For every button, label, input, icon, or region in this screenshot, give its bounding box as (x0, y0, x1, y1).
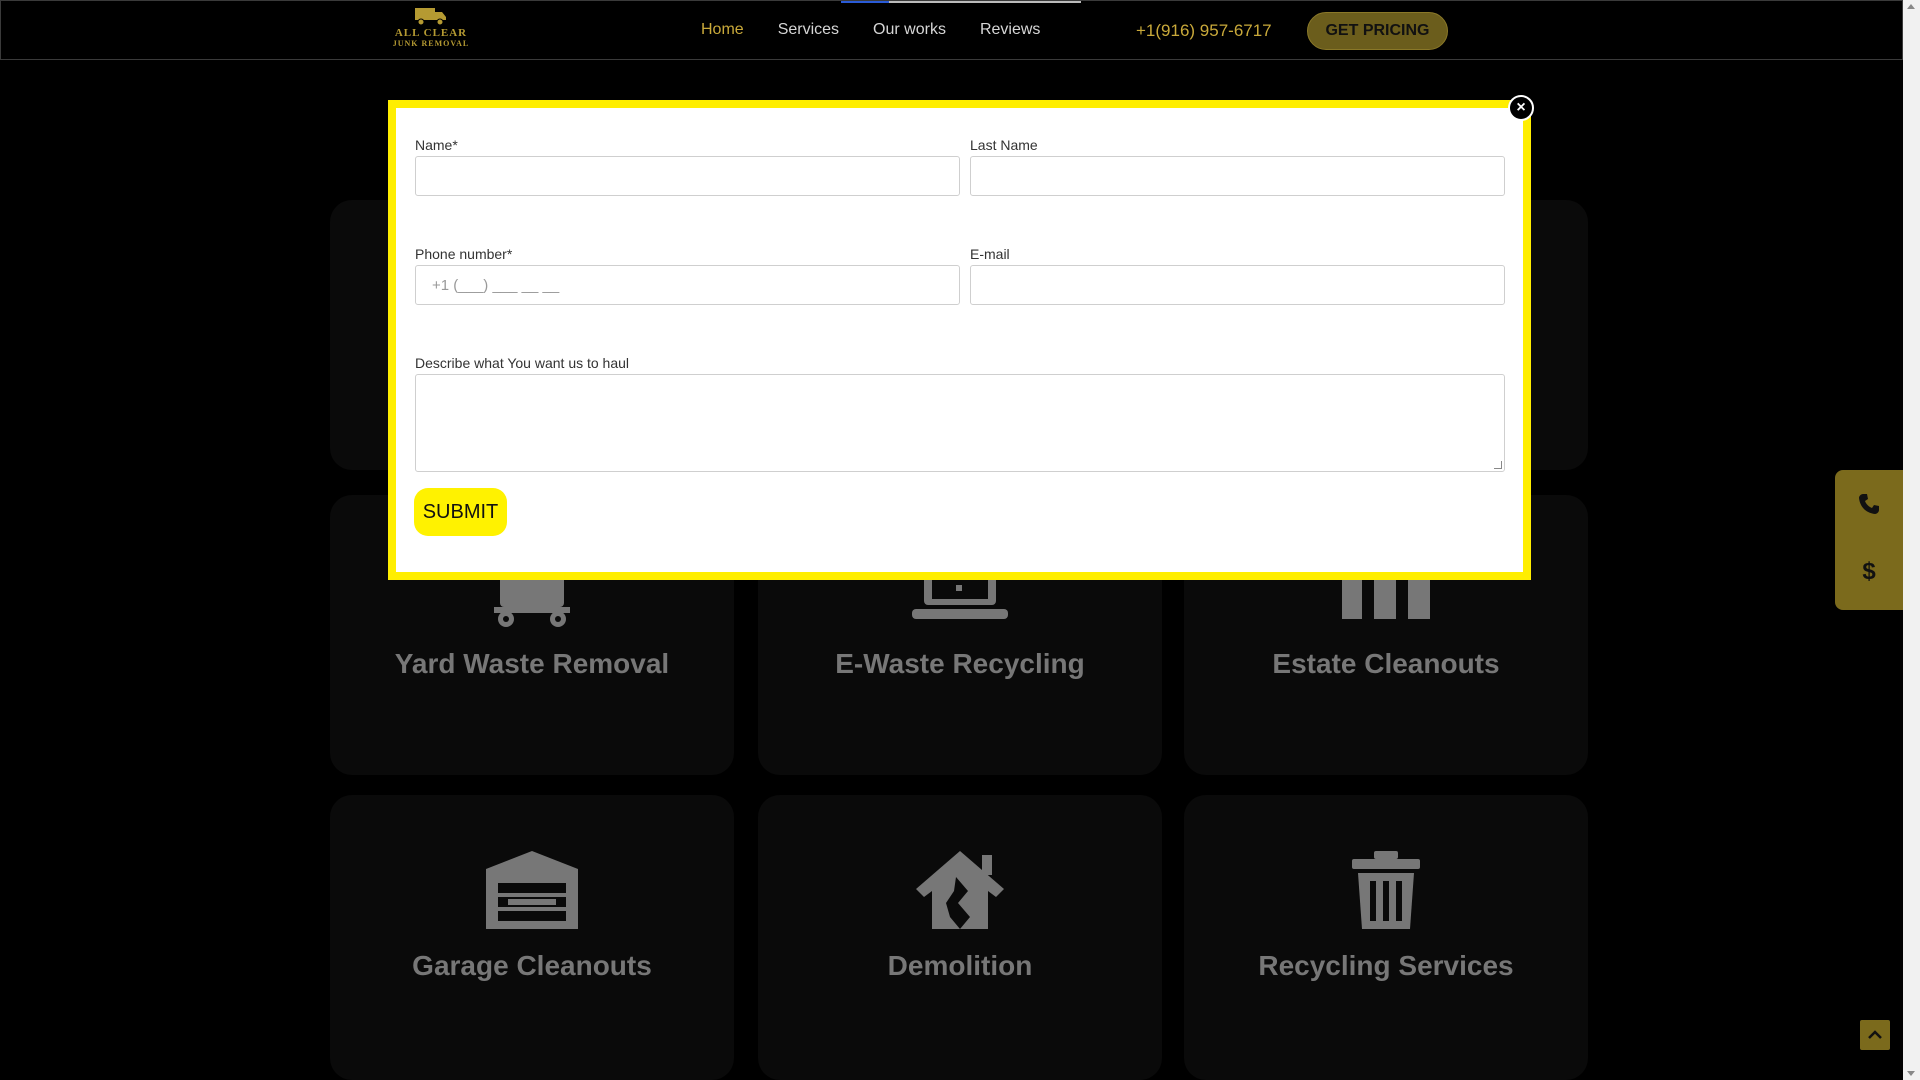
name-input[interactable] (415, 156, 960, 196)
service-title: E-Waste Recycling (835, 648, 1085, 679)
floating-contact-bar: $ (1835, 470, 1903, 610)
dollar-icon[interactable]: $ (1835, 558, 1903, 586)
phone-placeholder: +1 (___) ___ __ __ (432, 277, 560, 294)
scroll-to-top-button[interactable] (1860, 1020, 1890, 1050)
name-label: Name* (415, 137, 458, 153)
service-title: Yard Waste Removal (394, 648, 670, 679)
email-input[interactable] (970, 265, 1505, 305)
logo-line2: JUNK REMOVAL (392, 39, 470, 48)
site-header: ALL CLEAR JUNK REMOVAL Home Services Our… (0, 0, 1903, 60)
scroll-down-arrow[interactable] (1907, 1071, 1915, 1076)
last-name-input[interactable] (970, 156, 1505, 196)
truck-icon (415, 8, 446, 26)
site-logo[interactable]: ALL CLEAR JUNK REMOVAL (389, 5, 473, 57)
garage-icon (486, 851, 578, 929)
nav-item-services[interactable]: Services (778, 21, 839, 39)
page-root: ALL CLEAR JUNK REMOVAL Home Services Our… (0, 0, 1903, 1080)
get-pricing-button[interactable]: GET PRICING (1307, 12, 1448, 50)
broken-house-icon (916, 851, 1004, 929)
phone-label: Phone number* (415, 246, 513, 262)
modal-form: Name* Last Name Phone number* +1 (___) _… (396, 108, 1523, 572)
scroll-up-arrow[interactable] (1907, 4, 1915, 9)
close-icon[interactable]: × (1508, 95, 1534, 121)
header-phone-link[interactable]: +1(916) 957-6717 (1136, 21, 1272, 41)
nav-item-home[interactable]: Home (701, 21, 744, 39)
describe-textarea[interactable] (415, 374, 1505, 472)
service-title: Recycling Services (1258, 950, 1514, 981)
service-card-garage[interactable]: Garage Cleanouts (330, 795, 734, 1080)
trash-can-icon (1352, 851, 1420, 929)
nav-item-reviews[interactable]: Reviews (980, 21, 1040, 39)
resize-grip[interactable] (1494, 461, 1502, 469)
phone-icon[interactable] (1835, 492, 1903, 523)
service-card-demolition[interactable]: Demolition (758, 795, 1162, 1080)
page-scrollbar[interactable] (1903, 0, 1920, 1080)
service-title: Estate Cleanouts (1272, 648, 1500, 679)
logo-line1: ALL CLEAR (394, 27, 468, 39)
last-name-label: Last Name (970, 137, 1038, 153)
submit-button[interactable]: SUBMIT (414, 488, 507, 536)
service-card-recycling[interactable]: Recycling Services (1184, 795, 1588, 1080)
email-label: E-mail (970, 246, 1010, 262)
phone-input[interactable]: +1 (___) ___ __ __ (415, 265, 960, 305)
pricing-modal: Name* Last Name Phone number* +1 (___) _… (388, 100, 1531, 580)
main-nav: Home Services Our works Reviews (701, 21, 1040, 39)
service-title: Demolition (887, 950, 1033, 981)
chevron-up-icon (1868, 1030, 1882, 1039)
describe-label: Describe what You want us to haul (415, 355, 630, 371)
nav-item-our-works[interactable]: Our works (873, 21, 946, 39)
service-title: Garage Cleanouts (412, 950, 652, 981)
nav-indicator (841, 1, 1081, 3)
